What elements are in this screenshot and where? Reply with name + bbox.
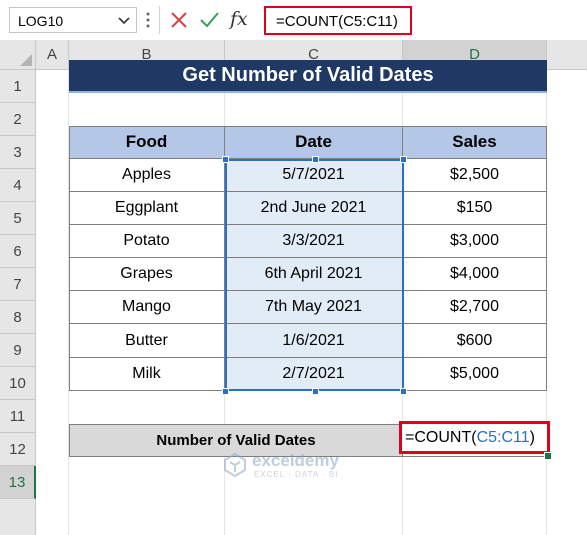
watermark-name: exceldemy	[252, 451, 339, 470]
more-options-icon[interactable]	[146, 11, 150, 29]
row-header-9[interactable]: 9	[0, 334, 36, 367]
table-header-food[interactable]: Food	[69, 126, 225, 159]
watermark-tagline: EXCEL · DATA · BI	[254, 470, 339, 479]
row-header-10[interactable]: 10	[0, 367, 36, 400]
table-cell-sales[interactable]: $600	[403, 324, 547, 358]
table-cell-sales[interactable]: $5,000	[403, 358, 547, 391]
name-box-value: LOG10	[18, 13, 64, 29]
row-header-6[interactable]: 6	[0, 235, 36, 268]
range-resize-handle[interactable]	[222, 388, 229, 395]
formula-suffix: )	[529, 429, 535, 446]
formula-range-ref: C5:C11	[476, 429, 530, 446]
table-cell-sales[interactable]: $2,500	[403, 159, 547, 192]
row-header-13[interactable]: 13	[0, 466, 36, 499]
check-icon[interactable]	[198, 9, 220, 31]
row-header-11[interactable]: 11	[0, 400, 36, 433]
table-cell-food[interactable]: Mango	[69, 291, 225, 324]
row-header-4[interactable]: 4	[0, 169, 36, 202]
table-cell-date[interactable]: 2/7/2021	[225, 358, 403, 391]
table-cell-food[interactable]: Grapes	[69, 258, 225, 291]
table-header-sales[interactable]: Sales	[403, 126, 547, 159]
close-x-icon[interactable]	[168, 9, 190, 31]
chevron-down-icon[interactable]	[116, 10, 132, 30]
table-cell-date[interactable]: 5/7/2021	[225, 159, 403, 192]
row-header-12[interactable]: 12	[0, 433, 36, 466]
formula-input[interactable]: =COUNT(C5:C11)	[264, 6, 412, 35]
fill-handle[interactable]	[544, 452, 552, 460]
row-header-1[interactable]: 1	[0, 70, 36, 103]
watermark: exceldemy EXCEL · DATA · BI	[218, 450, 388, 480]
column-header-a[interactable]: A	[36, 40, 69, 70]
table-header-date[interactable]: Date	[225, 126, 403, 159]
column-header-e[interactable]	[547, 40, 587, 70]
name-box[interactable]: LOG10	[9, 7, 137, 33]
row-header-2[interactable]: 2	[0, 103, 36, 136]
range-resize-handle[interactable]	[400, 388, 407, 395]
exceldemy-logo-icon	[224, 452, 246, 478]
table-cell-date[interactable]: 6th April 2021	[225, 258, 403, 291]
table-cell-food[interactable]: Apples	[69, 159, 225, 192]
row-header-5[interactable]: 5	[0, 202, 36, 235]
table-cell-date[interactable]: 7th May 2021	[225, 291, 403, 324]
formula-bar: LOG10 fx =COUNT(C5:C11)	[0, 0, 587, 41]
range-resize-handle[interactable]	[222, 156, 229, 163]
table-cell-food[interactable]: Butter	[69, 324, 225, 358]
table-cell-sales[interactable]: $150	[403, 192, 547, 225]
table-cell-food[interactable]: Milk	[69, 358, 225, 391]
table-cell-sales[interactable]: $4,000	[403, 258, 547, 291]
table-cell-date[interactable]: 1/6/2021	[225, 324, 403, 358]
formula-prefix: =COUNT(	[405, 429, 477, 446]
table-cell-sales[interactable]: $3,000	[403, 225, 547, 258]
select-all-corner[interactable]	[0, 40, 36, 70]
fx-icon[interactable]: fx	[230, 8, 248, 30]
sheet-title[interactable]: Get Number of Valid Dates	[69, 60, 547, 93]
table-cell-sales[interactable]: $2,700	[403, 291, 547, 324]
row-header-7[interactable]: 7	[0, 268, 36, 301]
table-cell-food[interactable]: Potato	[69, 225, 225, 258]
range-resize-handle[interactable]	[400, 156, 407, 163]
active-cell-d13[interactable]: =COUNT(C5:C11)	[399, 421, 550, 454]
range-resize-handle[interactable]	[312, 156, 319, 163]
formula-text: =COUNT(C5:C11)	[276, 13, 398, 30]
table-cell-date[interactable]: 2nd June 2021	[225, 192, 403, 225]
table-cell-food[interactable]: Eggplant	[69, 192, 225, 225]
row-header-8[interactable]: 8	[0, 301, 36, 334]
range-resize-handle[interactable]	[312, 388, 319, 395]
formula-bar-divider	[159, 6, 160, 34]
table-cell-date[interactable]: 3/3/2021	[225, 225, 403, 258]
row-header-3[interactable]: 3	[0, 136, 36, 169]
row-header-14[interactable]	[0, 499, 36, 535]
